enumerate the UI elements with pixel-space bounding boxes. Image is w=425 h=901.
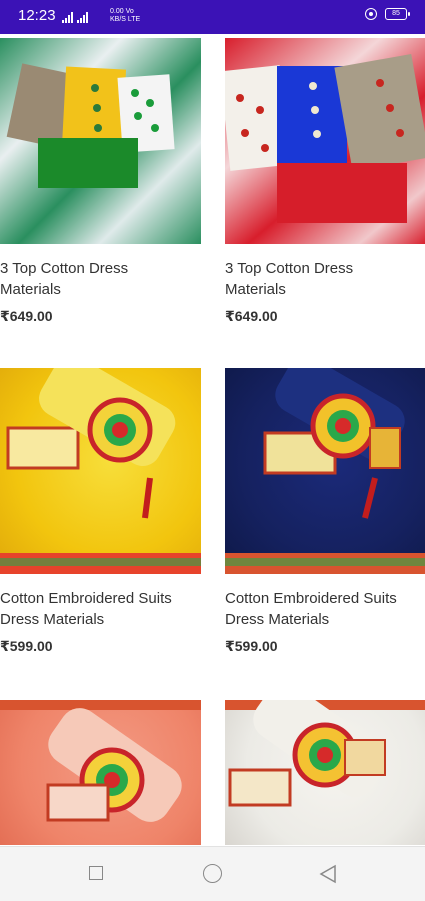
product-price: ₹599.00 [0, 638, 53, 654]
product-title[interactable]: 3 Top Cotton Dress Materials [225, 258, 425, 300]
product-card[interactable]: Cotton Embroidered Suits Dress Materials… [225, 368, 425, 655]
system-nav-bar [0, 846, 425, 901]
product-price: ₹649.00 [225, 308, 278, 324]
product-card[interactable]: 3 Top Cotton Dress Materials ₹649.00 [225, 38, 425, 325]
product-card[interactable] [225, 700, 425, 845]
product-image[interactable] [0, 700, 201, 845]
product-image-art [225, 54, 425, 223]
battery-icon: 85 [385, 8, 410, 20]
product-card[interactable]: 3 Top Cotton Dress Materials ₹649.00 [0, 38, 201, 325]
data-saver-icon [365, 8, 377, 20]
product-image-art [0, 700, 201, 822]
product-image-art [225, 368, 425, 574]
product-image[interactable] [0, 38, 201, 244]
signal-icon-2 [77, 12, 88, 23]
net-speed: 0.00 Vo KB/S LTE [110, 8, 141, 23]
product-image-art [225, 700, 425, 807]
status-time: 12:23 [18, 7, 56, 24]
product-card[interactable]: Cotton Embroidered Suits Dress Materials… [0, 368, 201, 655]
recent-apps-icon[interactable] [89, 866, 103, 880]
product-price: ₹649.00 [0, 308, 53, 324]
product-image-art [0, 368, 201, 574]
product-price: ₹599.00 [225, 638, 278, 654]
product-image[interactable] [0, 368, 201, 574]
status-bar: 12:23 0.00 Vo KB/S LTE 85 [0, 0, 425, 34]
product-image[interactable] [225, 700, 425, 845]
signal-icons [62, 12, 88, 23]
product-image[interactable] [225, 38, 425, 244]
product-image[interactable] [225, 368, 425, 574]
product-title[interactable]: 3 Top Cotton Dress Materials [0, 258, 201, 300]
product-title[interactable]: Cotton Embroidered Suits Dress Materials [0, 588, 201, 630]
back-icon[interactable] [319, 864, 337, 884]
signal-icon [62, 12, 73, 23]
product-image-art [6, 63, 175, 188]
home-icon[interactable] [203, 864, 222, 883]
product-card[interactable] [0, 700, 201, 845]
product-title[interactable]: Cotton Embroidered Suits Dress Materials [225, 588, 425, 630]
